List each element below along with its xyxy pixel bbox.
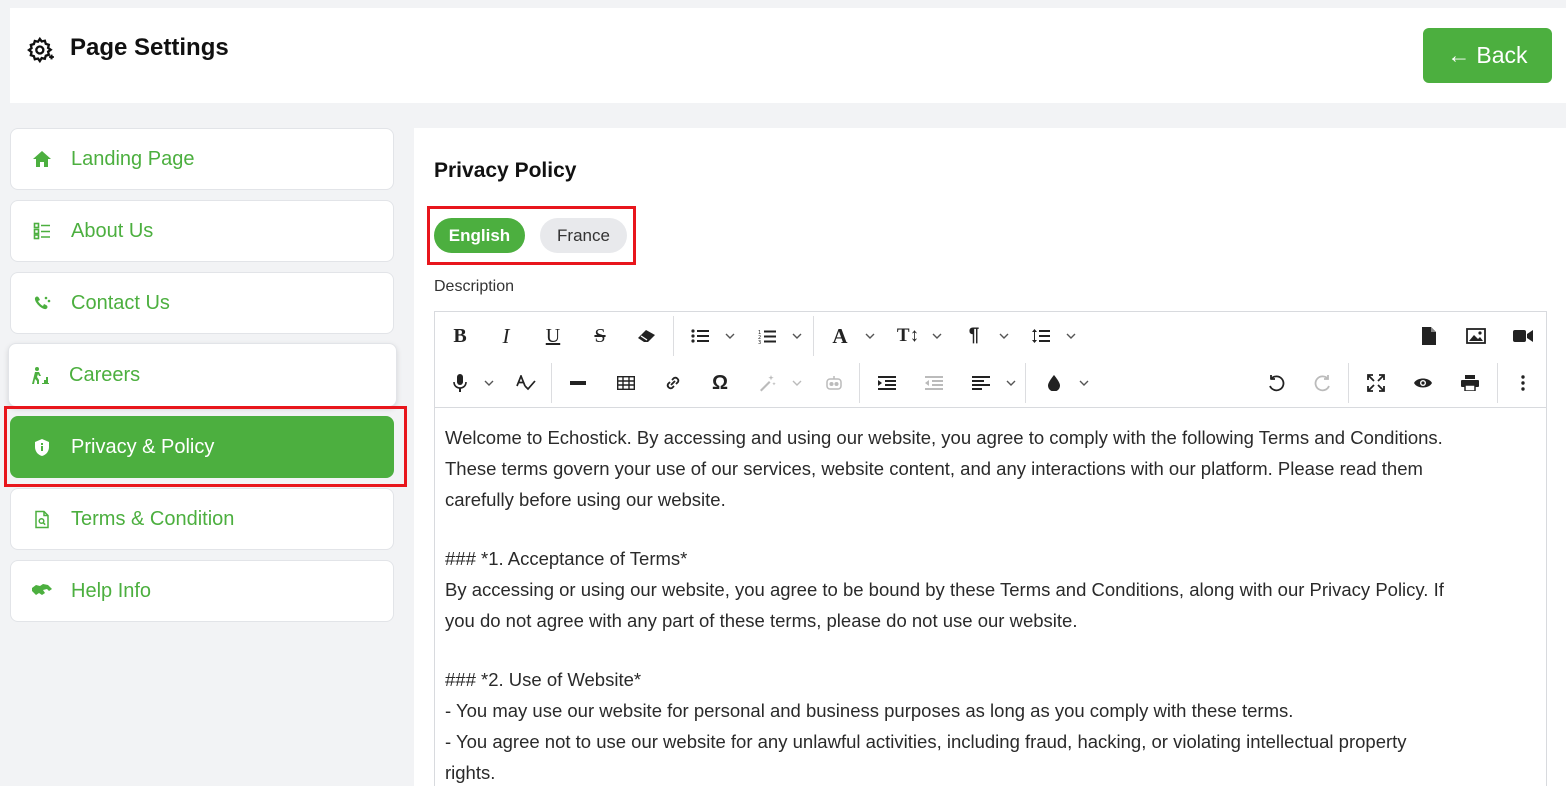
page-header: Page Settings ← Back <box>10 8 1566 103</box>
tab-english[interactable]: English <box>434 218 525 253</box>
horizontal-rule-icon[interactable] <box>563 368 593 398</box>
page-title: Page Settings <box>70 34 229 61</box>
document-icon <box>31 508 53 530</box>
sidebar-item-landing-page[interactable]: Landing Page <box>10 128 394 190</box>
align-left-icon[interactable] <box>966 368 996 398</box>
chevron-down-icon[interactable] <box>790 368 804 398</box>
content-line: you do not agree with any part of these … <box>445 610 1078 631</box>
chevron-down-icon[interactable] <box>790 321 804 351</box>
content-line: carefully before using our website. <box>445 489 726 510</box>
bold-icon[interactable]: B <box>445 321 475 351</box>
outdent-icon[interactable] <box>919 368 949 398</box>
content-line: - You agree not to use our website for a… <box>445 731 1407 752</box>
sidebar-item-help-info[interactable]: Help Info <box>10 560 394 622</box>
magic-wand-icon[interactable] <box>752 368 782 398</box>
sidebar-item-label: About Us <box>71 219 154 242</box>
redo-icon[interactable] <box>1308 368 1338 398</box>
chevron-down-icon[interactable] <box>1077 368 1091 398</box>
sidebar-item-about-us[interactable]: About Us <box>10 200 394 262</box>
line-height-icon[interactable] <box>1026 321 1056 351</box>
special-character-icon[interactable]: Ω <box>705 368 735 398</box>
shield-icon <box>31 436 53 458</box>
chevron-down-icon[interactable] <box>930 321 944 351</box>
content-line: These terms govern your use of our servi… <box>445 458 1423 479</box>
microphone-icon[interactable] <box>445 368 475 398</box>
preview-eye-icon[interactable] <box>1408 368 1438 398</box>
description-label: Description <box>434 278 515 295</box>
sidebar-item-privacy-policy[interactable]: Privacy & Policy <box>10 416 394 478</box>
content-heading: ### *1. Acceptance of Terms* <box>445 548 688 569</box>
color-drop-icon[interactable] <box>1039 368 1069 398</box>
file-icon[interactable] <box>1414 321 1444 351</box>
sidebar-item-terms-condition[interactable]: Terms & Condition <box>10 488 394 550</box>
chevron-down-icon[interactable] <box>997 321 1011 351</box>
sidebar-item-label: Landing Page <box>71 147 195 170</box>
handshake-icon <box>31 580 53 602</box>
indent-icon[interactable] <box>872 368 902 398</box>
chevron-down-icon[interactable] <box>1064 321 1078 351</box>
back-button-label: Back <box>1476 42 1528 68</box>
main-panel: Privacy Policy English France Descriptio… <box>414 128 1566 786</box>
gear-icon <box>27 36 54 64</box>
editor-content[interactable]: Welcome to Echostick. By accessing and u… <box>445 422 1535 786</box>
list-icon <box>31 220 53 242</box>
home-icon <box>31 148 53 170</box>
section-title: Privacy Policy <box>434 159 577 182</box>
chevron-down-icon[interactable] <box>1004 368 1018 398</box>
contact-icon <box>31 292 53 314</box>
sidebar-item-contact-us[interactable]: Contact Us <box>10 272 394 334</box>
content-line: Welcome to Echostick. By accessing and u… <box>445 427 1443 448</box>
spellcheck-icon[interactable] <box>511 368 541 398</box>
paragraph-icon[interactable]: ¶ <box>959 321 989 351</box>
careers-icon <box>29 364 51 386</box>
content-line: rights. <box>445 762 496 783</box>
link-icon[interactable] <box>658 368 688 398</box>
sidebar-item-label: Contact Us <box>71 291 170 314</box>
more-options-icon[interactable] <box>1508 368 1538 398</box>
video-icon[interactable] <box>1508 321 1538 351</box>
sidebar-item-careers[interactable]: Careers <box>8 343 397 407</box>
font-icon[interactable]: A <box>825 321 855 351</box>
sidebar-item-label: Terms & Condition <box>71 507 235 530</box>
table-icon[interactable] <box>611 368 641 398</box>
arrow-left-icon: ← <box>1447 42 1471 68</box>
ordered-list-icon[interactable]: 123 <box>752 321 782 351</box>
italic-icon[interactable]: I <box>491 321 521 351</box>
robot-icon[interactable] <box>819 368 849 398</box>
svg-text:3: 3 <box>758 340 761 344</box>
chevron-down-icon[interactable] <box>482 368 496 398</box>
content-heading: ### *2. Use of Website* <box>445 669 642 690</box>
content-line: - You may use our website for personal a… <box>445 700 1294 721</box>
sidebar-item-label: Careers <box>69 363 141 386</box>
strikethrough-icon[interactable]: S <box>585 321 615 351</box>
print-icon[interactable] <box>1455 368 1485 398</box>
rich-text-editor: B I U S 123 A T↕ ¶ Ω Welcome to Echostic… <box>434 311 1547 786</box>
eraser-icon[interactable] <box>632 321 662 351</box>
chevron-down-icon[interactable] <box>863 321 877 351</box>
font-size-icon[interactable]: T↕ <box>893 321 923 351</box>
sidebar-item-label: Privacy & Policy <box>71 435 215 458</box>
tab-france[interactable]: France <box>540 218 627 253</box>
chevron-down-icon[interactable] <box>723 321 737 351</box>
image-icon[interactable] <box>1461 321 1491 351</box>
fullscreen-icon[interactable] <box>1361 368 1391 398</box>
underline-icon[interactable]: U <box>538 321 568 351</box>
back-button[interactable]: ← Back <box>1423 28 1552 83</box>
editor-toolbar: B I U S 123 A T↕ ¶ Ω <box>435 312 1546 408</box>
sidebar-item-label: Help Info <box>71 579 152 602</box>
unordered-list-icon[interactable] <box>685 321 715 351</box>
content-line: By accessing or using our website, you a… <box>445 579 1444 600</box>
undo-icon[interactable] <box>1261 368 1291 398</box>
